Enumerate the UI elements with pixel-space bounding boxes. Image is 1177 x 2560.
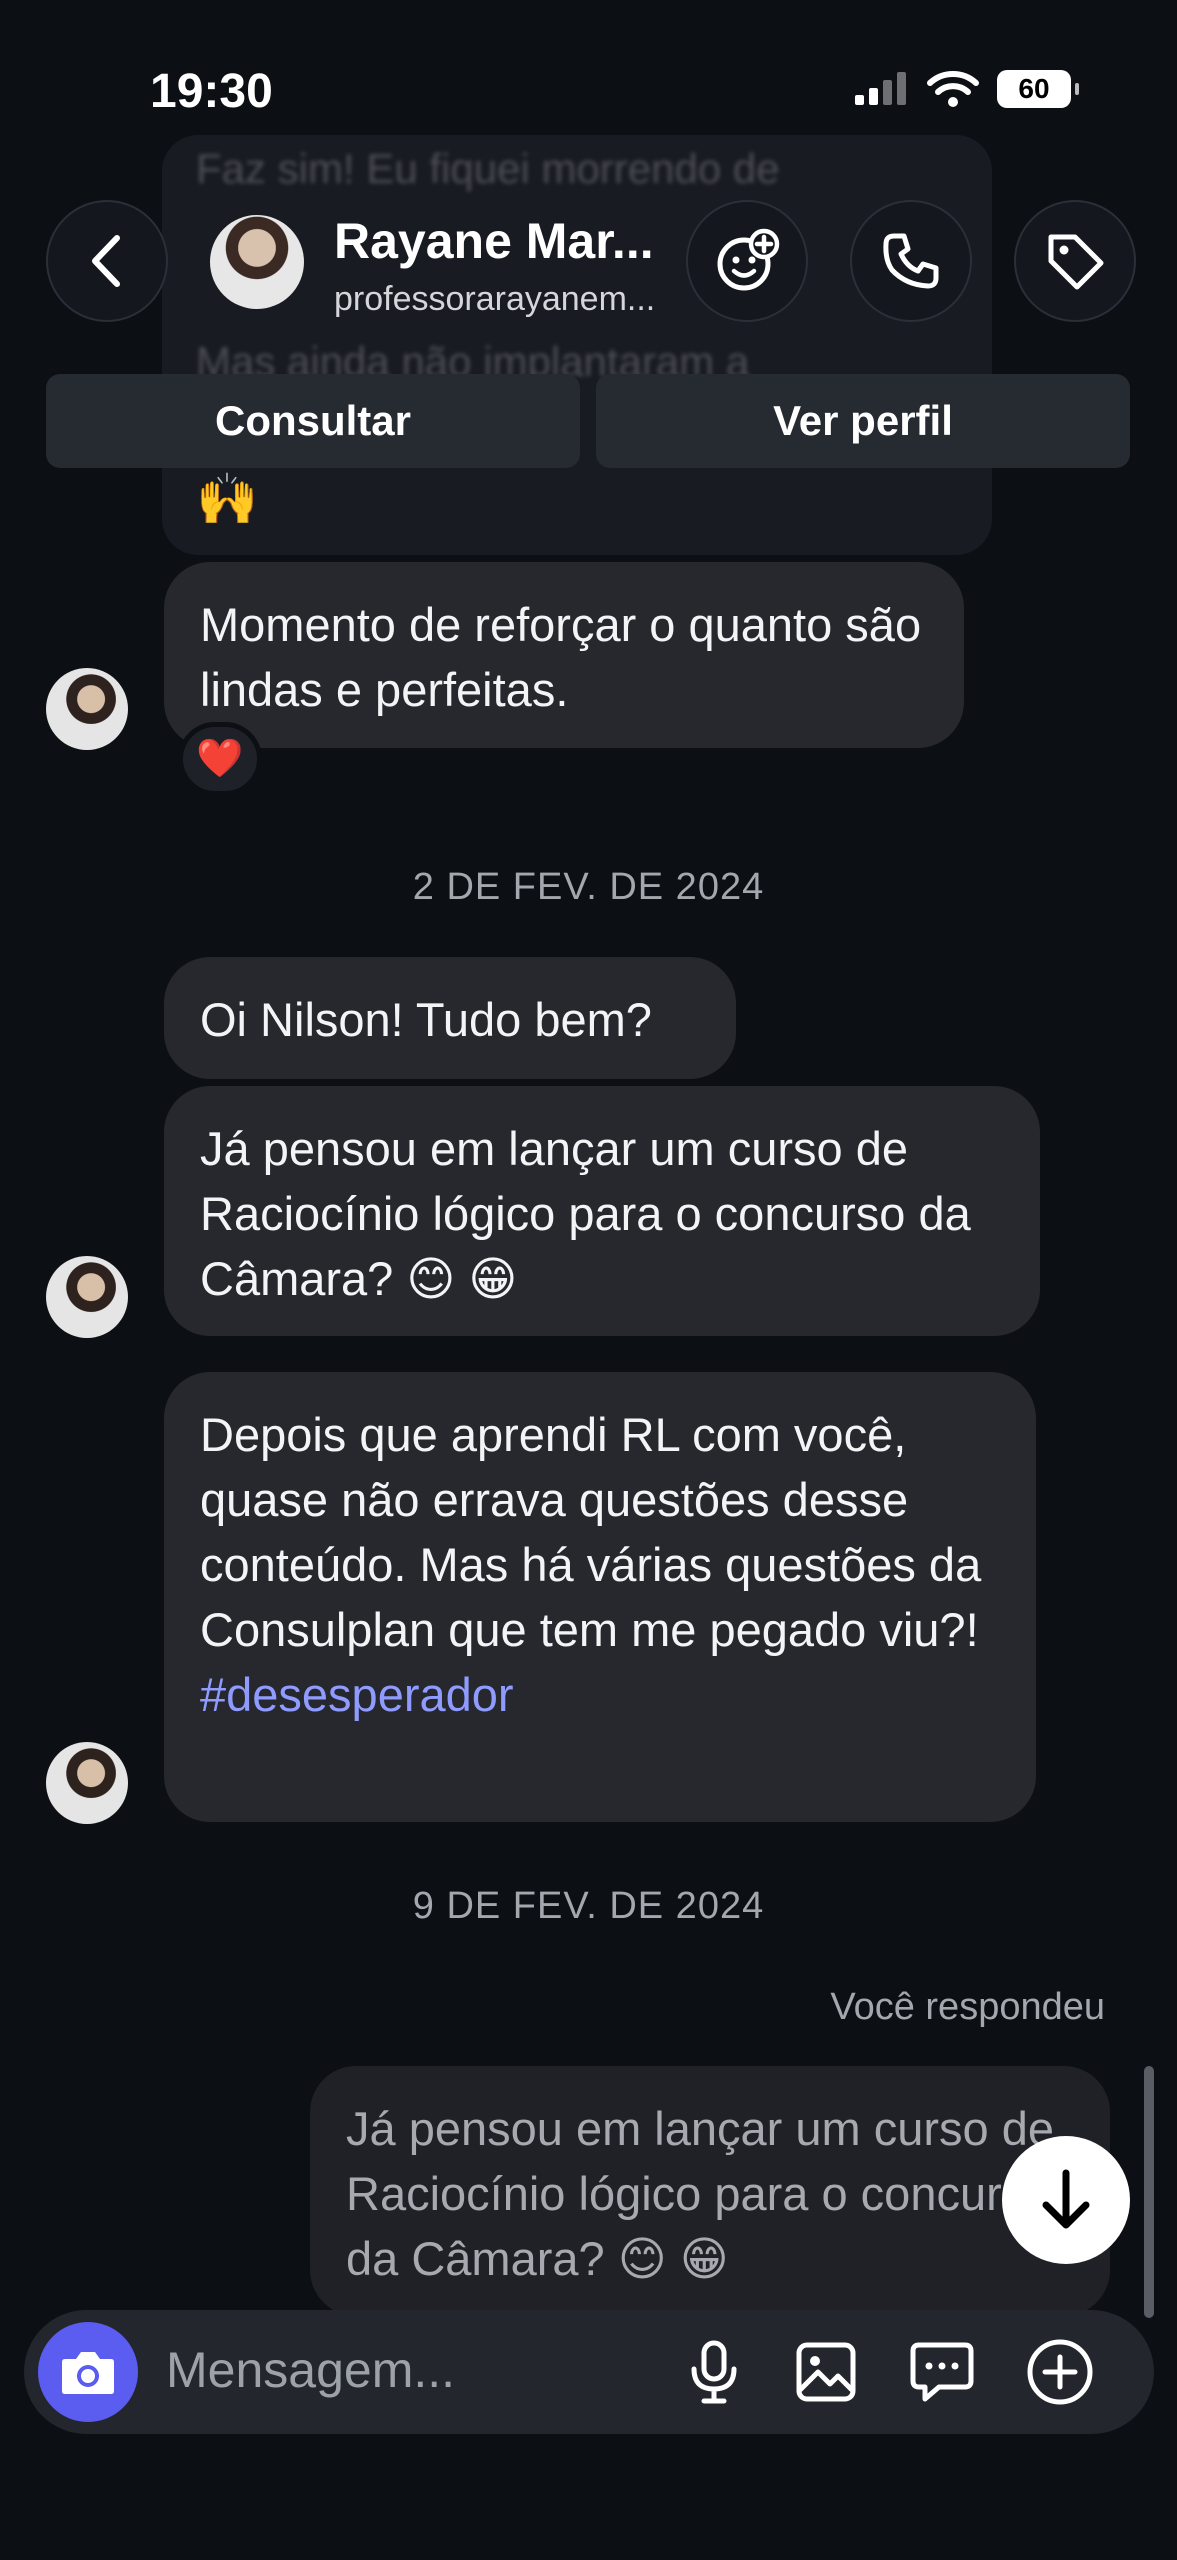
message-text: Oi Nilson! Tudo bem? bbox=[200, 993, 652, 1046]
arrow-down-icon bbox=[1042, 2169, 1090, 2229]
message-text: Momento de reforçar o quanto são lindas … bbox=[200, 598, 922, 716]
effects-button[interactable] bbox=[686, 200, 808, 322]
status-time: 19:30 bbox=[150, 65, 273, 118]
scrollbar[interactable] bbox=[1144, 2066, 1154, 2318]
back-button[interactable] bbox=[46, 200, 168, 322]
sender-avatar[interactable] bbox=[46, 1742, 128, 1824]
reply-label: Você respondeu bbox=[830, 1986, 1105, 2028]
quoted-text: Já pensou em lançar um curso de Raciocín… bbox=[346, 2102, 1054, 2285]
tag-icon bbox=[1048, 234, 1104, 290]
sender-avatar[interactable] bbox=[46, 1256, 128, 1338]
message-bubble[interactable]: Momento de reforçar o quanto são lindas … bbox=[164, 562, 964, 748]
scroll-to-bottom-button[interactable] bbox=[1002, 2136, 1130, 2264]
message-bubble[interactable]: Depois que aprendi RL com você, quase nã… bbox=[164, 1372, 1036, 1822]
message-bubble[interactable]: Já pensou em lançar um curso de Raciocín… bbox=[164, 1086, 1040, 1336]
message-bubble[interactable]: Oi Nilson! Tudo bem? bbox=[164, 957, 736, 1079]
phone-icon bbox=[883, 233, 939, 289]
ghost-line: Faz sim! Eu fiquei morrendo de bbox=[196, 145, 780, 192]
call-button[interactable] bbox=[850, 200, 972, 322]
date-separator: 2 DE FEV. DE 2024 bbox=[412, 866, 765, 908]
replied-message-quote[interactable]: Já pensou em lançar um curso de Raciocín… bbox=[310, 2066, 1110, 2316]
camera-button[interactable] bbox=[38, 2322, 138, 2422]
sticker-chat-icon bbox=[910, 2342, 974, 2402]
contact-name[interactable]: Rayane Mar... bbox=[334, 212, 684, 270]
hashtag-link[interactable]: #desesperador bbox=[200, 1668, 514, 1721]
plus-circle-icon bbox=[1027, 2339, 1093, 2405]
battery-level: 60 bbox=[1018, 73, 1050, 104]
gallery-button[interactable] bbox=[776, 2322, 876, 2422]
more-options-button[interactable] bbox=[1010, 2322, 1110, 2422]
camera-icon bbox=[62, 2352, 114, 2394]
view-profile-button[interactable]: Ver perfil bbox=[596, 374, 1130, 468]
voice-message-button[interactable] bbox=[664, 2322, 764, 2422]
cellular-signal-icon bbox=[855, 72, 906, 105]
label-button[interactable] bbox=[1014, 200, 1136, 322]
battery-indicator: 60 bbox=[997, 70, 1079, 108]
message-text: Já pensou em lançar um curso de Raciocín… bbox=[200, 1122, 971, 1305]
gallery-icon bbox=[796, 2342, 856, 2402]
date-separator: 9 DE FEV. DE 2024 bbox=[412, 1885, 765, 1927]
microphone-icon bbox=[691, 2340, 737, 2404]
wifi-icon bbox=[927, 71, 979, 107]
message-text: Depois que aprendi RL com você, quase nã… bbox=[200, 1408, 982, 1656]
ghost-emoji: 🙌 bbox=[196, 471, 259, 527]
sticker-button[interactable] bbox=[892, 2322, 992, 2422]
sender-avatar[interactable] bbox=[46, 668, 128, 750]
status-icons: 60 bbox=[853, 70, 1079, 108]
message-input[interactable] bbox=[166, 2338, 626, 2402]
message-reaction[interactable]: ❤️ bbox=[178, 722, 262, 796]
contact-avatar[interactable] bbox=[210, 215, 304, 309]
chevron-left-icon bbox=[92, 235, 120, 287]
contact-username[interactable]: professorarayanem... bbox=[334, 280, 684, 319]
heart-reaction: ❤️ bbox=[196, 738, 244, 780]
consult-button[interactable]: Consultar bbox=[46, 374, 580, 468]
sticker-smiley-icon bbox=[717, 228, 780, 291]
